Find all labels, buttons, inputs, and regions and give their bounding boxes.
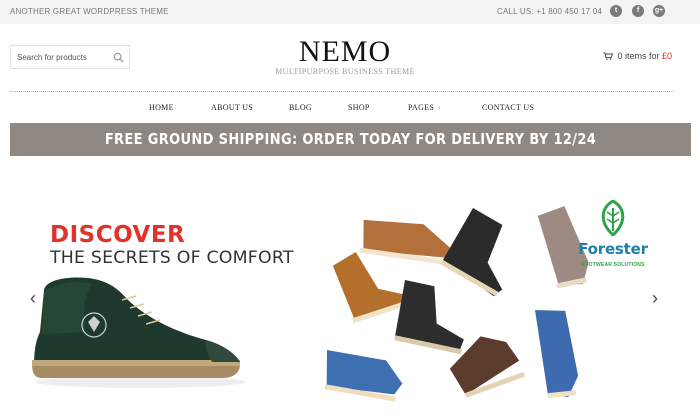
google-plus-icon[interactable]: g+ bbox=[653, 5, 665, 17]
site-tagline: ANOTHER GREAT WORDPRESS THEME bbox=[10, 7, 169, 16]
nav-item-contact-us[interactable]: CONTACT US bbox=[482, 103, 534, 112]
shipping-banner: FREE GROUND SHIPPING: ORDER TODAY FOR DE… bbox=[10, 123, 691, 156]
search-box bbox=[10, 45, 130, 69]
search-input[interactable] bbox=[11, 46, 111, 68]
cart-count: 0 items for bbox=[617, 51, 660, 61]
hero-shoe-image bbox=[32, 277, 246, 388]
top-bar: ANOTHER GREAT WORDPRESS THEME CALL US: +… bbox=[0, 0, 700, 24]
main-nav: HOME ABOUT US BLOG SHOP PAGES › CONTACT U… bbox=[0, 98, 700, 118]
nav-item-about-us[interactable]: ABOUT US bbox=[211, 103, 253, 112]
logo-title: NEMO bbox=[298, 35, 392, 68]
cart-icon bbox=[603, 52, 613, 60]
facebook-icon[interactable]: f bbox=[632, 5, 644, 17]
nav-item-home[interactable]: HOME bbox=[149, 103, 174, 112]
nav-item-blog[interactable]: BLOG bbox=[289, 103, 312, 112]
slider-next-arrow[interactable]: › bbox=[648, 288, 662, 308]
header-divider bbox=[10, 91, 674, 92]
phone-number: CALL US: +1 800 450 17 04 bbox=[497, 7, 602, 16]
shipping-banner-text: FREE GROUND SHIPPING: ORDER TODAY FOR DE… bbox=[104, 130, 597, 148]
slide-headline: DISCOVER bbox=[50, 222, 186, 248]
search-icon[interactable] bbox=[113, 52, 124, 63]
cart-summary[interactable]: 0 items for £0 bbox=[603, 51, 672, 61]
site-logo[interactable]: NEMO MULTIPURPOSE BUSINESS THEME bbox=[240, 35, 450, 77]
boots-collage-image bbox=[325, 206, 589, 402]
cart-total: £0 bbox=[661, 51, 672, 61]
nav-item-pages[interactable]: PAGES › bbox=[408, 103, 441, 112]
forester-brand-logo: Forester FOOTWEAR SOLUTIONS bbox=[573, 200, 653, 275]
brand-name: Forester bbox=[578, 240, 648, 258]
slide-subheadline: THE SECRETS OF COMFORT bbox=[50, 248, 294, 268]
brand-tagline: FOOTWEAR SOLUTIONS bbox=[581, 262, 645, 268]
nav-item-shop[interactable]: SHOP bbox=[348, 103, 370, 112]
chevron-right-icon: › bbox=[438, 103, 442, 112]
logo-subtitle: MULTIPURPOSE BUSINESS THEME bbox=[275, 67, 415, 76]
leaf-icon bbox=[601, 200, 625, 236]
twitter-icon[interactable]: t bbox=[610, 5, 622, 17]
hero-slider: DISCOVER THE SECRETS OF COMFORT ‹ › Fore… bbox=[0, 170, 700, 420]
